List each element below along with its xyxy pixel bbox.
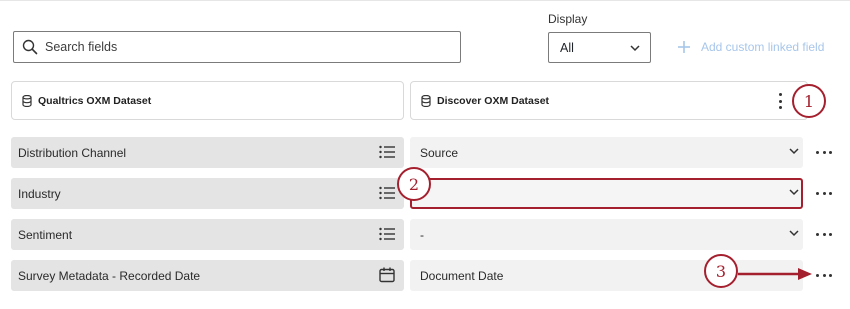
qualtrics-field: Survey Metadata - Recorded Date bbox=[11, 260, 404, 291]
qualtrics-field-label: Industry bbox=[18, 186, 61, 201]
qualtrics-field-label: Survey Metadata - Recorded Date bbox=[18, 268, 201, 283]
row-options-icon[interactable] bbox=[816, 150, 832, 154]
qualtrics-field: Sentiment bbox=[11, 219, 404, 250]
display-select[interactable]: All bbox=[548, 32, 651, 63]
display-selected-value: All bbox=[560, 40, 574, 55]
row-options-icon[interactable] bbox=[816, 232, 832, 236]
discover-field-select[interactable] bbox=[410, 178, 803, 209]
mapping-row: Sentiment - bbox=[0, 219, 850, 251]
top-divider bbox=[0, 0, 850, 1]
search-icon bbox=[22, 39, 38, 55]
list-icon bbox=[379, 186, 395, 200]
discover-field-value: - bbox=[420, 227, 424, 242]
mapping-row: Distribution Channel Source bbox=[0, 137, 850, 169]
chevron-down-icon bbox=[789, 189, 799, 197]
qualtrics-field: Industry bbox=[11, 178, 404, 209]
qualtrics-dataset-title: Qualtrics OXM Dataset bbox=[38, 94, 152, 107]
discover-dataset-title: Discover OXM Dataset bbox=[437, 94, 550, 107]
database-icon bbox=[421, 94, 431, 107]
calendar-icon bbox=[379, 267, 395, 283]
row-options-icon[interactable] bbox=[816, 273, 832, 277]
search-input[interactable] bbox=[45, 40, 445, 54]
callout-arrow-icon bbox=[738, 268, 812, 280]
plus-icon bbox=[677, 40, 691, 54]
row-options-icon[interactable] bbox=[816, 191, 832, 195]
database-icon bbox=[22, 94, 32, 107]
callout-badge: 2 bbox=[397, 167, 431, 201]
discover-field-value: Document Date bbox=[420, 268, 504, 283]
callout-badge: 3 bbox=[704, 254, 738, 288]
chevron-down-icon bbox=[789, 148, 799, 156]
chevron-down-icon bbox=[789, 230, 799, 238]
list-icon bbox=[379, 227, 395, 241]
add-custom-linked-field-button[interactable]: Add custom linked field bbox=[677, 37, 824, 57]
qualtrics-dataset-header: Qualtrics OXM Dataset bbox=[11, 81, 404, 120]
search-field[interactable] bbox=[13, 31, 461, 63]
qualtrics-field-label: Sentiment bbox=[18, 227, 73, 242]
chevron-down-icon bbox=[630, 41, 640, 55]
discover-field-select[interactable]: - bbox=[410, 219, 803, 250]
discover-dataset-header: Discover OXM Dataset bbox=[410, 81, 808, 120]
discover-field-select[interactable]: Source bbox=[410, 137, 803, 168]
discover-field-value: Source bbox=[420, 145, 459, 160]
dataset-options-icon[interactable] bbox=[777, 93, 783, 109]
display-label: Display bbox=[548, 12, 588, 26]
qualtrics-field-label: Distribution Channel bbox=[18, 145, 127, 160]
list-icon bbox=[379, 145, 395, 159]
qualtrics-field: Distribution Channel bbox=[11, 137, 404, 168]
callout-badge: 1 bbox=[792, 84, 826, 118]
add-custom-linked-field-label: Add custom linked field bbox=[701, 40, 825, 54]
